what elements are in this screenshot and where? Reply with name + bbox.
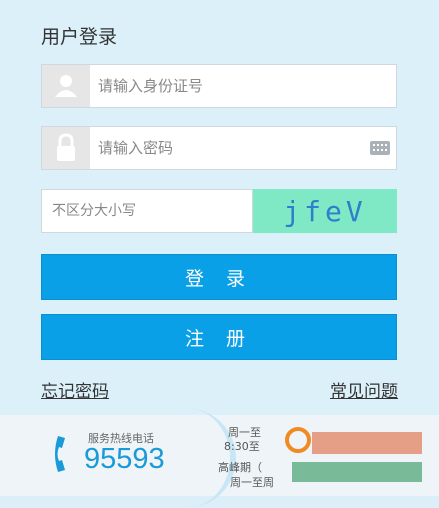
id-number-field[interactable] [41,64,397,108]
keyboard-icon[interactable] [370,141,390,155]
phone-icon [55,436,65,472]
login-panel: 用户登录 jfeV 登 录 注 册 忘记密码 常见问题 [0,0,439,415]
faq-link[interactable]: 常见问题 [330,377,398,402]
service-hours-line: 高峰期（ [218,461,262,474]
captcha-field[interactable] [41,189,253,233]
service-hours-line: 8:30至 [224,440,260,453]
login-button[interactable]: 登 录 [41,254,397,300]
captcha-image[interactable]: jfeV [253,189,397,233]
user-icon [42,65,90,107]
page-title: 用户登录 [41,26,118,48]
forgot-password-link[interactable]: 忘记密码 [41,377,109,402]
password-input[interactable] [98,127,358,169]
captcha-input[interactable] [52,190,242,232]
register-button[interactable]: 注 册 [41,314,397,360]
service-hours-line: 周一至周 [230,476,274,489]
hotline-number: 95593 [84,443,165,475]
lock-icon [42,127,90,169]
password-field[interactable] [41,126,397,170]
watermark-logo [285,427,422,482]
id-number-input[interactable] [98,65,358,107]
